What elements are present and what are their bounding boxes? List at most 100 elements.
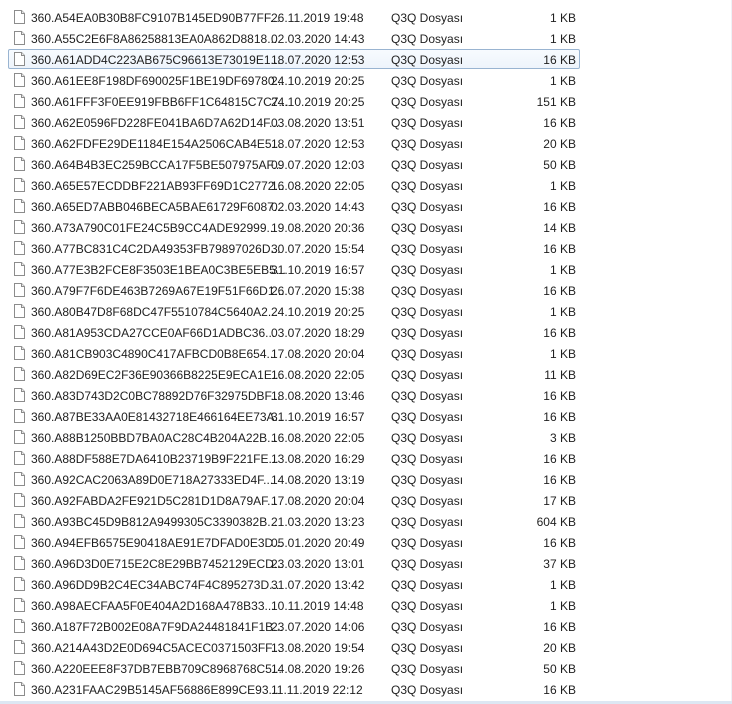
file-row[interactable]: 360.A62FDFE29DE1184E154A2506CAB4E5... 18.… (8, 133, 580, 153)
file-name: 360.A98AECFAA5F0E404A2D168A478B33... (31, 599, 275, 613)
file-icon (14, 514, 25, 528)
file-row[interactable]: 360.A96D3D0E715E2C8E29BB7452129ECD... 23.… (8, 553, 580, 573)
file-row[interactable]: 360.A65E57ECDDBF221AB93FF69D1C2772... 16.… (8, 175, 580, 195)
file-row[interactable]: 360.A94EFB6575E90418AE91E7DFAD0E3D... 05.… (8, 532, 580, 552)
file-size: 3 KB (549, 431, 576, 445)
file-date-modified: 16.08.2020 22:05 (271, 179, 365, 193)
file-size: 16 KB (543, 326, 576, 340)
file-row[interactable]: 360.A64B4B3EC259BCCA17F5BE507975AF... 09.… (8, 154, 580, 174)
file-type: Q3Q Dosyası (391, 32, 464, 46)
file-row[interactable]: 360.A79F7F6DE463B7269A67E19F51F66D1... 26… (8, 280, 580, 300)
file-size: 16 KB (543, 284, 576, 298)
file-name: 360.A79F7F6DE463B7269A67E19F51F66D1... (31, 284, 285, 298)
file-type: Q3Q Dosyası (391, 368, 464, 382)
file-row[interactable]: 360.A187F72B002E08A7F9DA24481841F1B... 23… (8, 616, 580, 636)
file-name: 360.A61ADD4C223AB675C96613E73019E1... (31, 53, 281, 67)
file-type: Q3Q Dosyası (391, 389, 464, 403)
file-icon (14, 283, 25, 297)
file-icon (14, 682, 25, 696)
file-size: 1 KB (549, 578, 576, 592)
file-name: 360.A77BC831C4C2DA49353FB79897026D... (31, 242, 281, 256)
file-icon (14, 136, 25, 150)
file-date-modified: 24.10.2019 20:25 (271, 95, 365, 109)
file-row[interactable]: 360.A88DF588E7DA6410B23719B9F221FE... 13.… (8, 448, 580, 468)
file-type: Q3Q Dosyası (391, 431, 464, 445)
file-type: Q3Q Dosyası (391, 53, 464, 67)
file-row[interactable]: 360.A62E0596FD228FE041BA6D7A62D14F... 03.… (8, 112, 580, 132)
file-icon (14, 598, 25, 612)
file-type: Q3Q Dosyası (391, 200, 464, 214)
file-date-modified: 31.10.2019 16:57 (271, 263, 365, 277)
file-size: 1 KB (549, 32, 576, 46)
file-name: 360.A96DD9B2C4EC34ABC74F4C895273D... (31, 578, 280, 592)
file-row[interactable]: 360.A61FFF3F0EE919FBB6FF1C64815C7C7... 24… (8, 91, 580, 111)
file-size: 20 KB (543, 641, 576, 655)
file-size: 14 KB (543, 221, 576, 235)
file-row[interactable]: 360.A231FAAC29B5145AF56886E899CE93... 11.… (8, 679, 580, 699)
file-date-modified: 16.08.2020 22:05 (271, 431, 365, 445)
file-row[interactable]: 360.A92CAC2063A89D0E718A27333ED4F... 14.0… (8, 469, 580, 489)
file-row[interactable]: 360.A80B47D8F68DC47F5510784C5640A2... 24.… (8, 301, 580, 321)
file-type: Q3Q Dosyası (391, 305, 464, 319)
file-size: 16 KB (543, 473, 576, 487)
file-date-modified: 26.07.2020 15:38 (271, 284, 365, 298)
file-row[interactable]: 360.A81A953CDA27CCE0AF66D1ADBC36... 03.07… (8, 322, 580, 342)
file-row[interactable]: 360.A73A790C01FE24C5B9CC4ADE92999... 19.0… (8, 217, 580, 237)
file-name: 360.A88DF588E7DA6410B23719B9F221FE... (31, 452, 279, 466)
file-icon (14, 493, 25, 507)
file-size: 16 KB (543, 620, 576, 634)
file-icon (14, 346, 25, 360)
file-row[interactable]: 360.A81CB903C4890C417AFBCD0B8E654... 17.0… (8, 343, 580, 363)
file-row[interactable]: 360.A83D743D2C0BC78892D76F32975DBF... 18.… (8, 385, 580, 405)
file-icon (14, 451, 25, 465)
file-name: 360.A82D69EC2F36E90366B8225E9ECA1E... (31, 368, 282, 382)
file-name: 360.A231FAAC29B5145AF56886E899CE93... (31, 683, 279, 697)
file-row[interactable]: 360.A61ADD4C223AB675C96613E73019E1... 18.… (8, 49, 580, 69)
file-row[interactable]: 360.A65ED7ABB046BECA5BAE61729F6087... 02.… (8, 196, 580, 216)
file-row[interactable]: 360.A87BE33AA0E81432718E466164EE73A... 31… (8, 406, 580, 426)
file-type: Q3Q Dosyası (391, 74, 464, 88)
file-type: Q3Q Dosyası (391, 641, 464, 655)
file-type: Q3Q Dosyası (391, 95, 464, 109)
file-name: 360.A93BC45D9B812A9499305C3390382B... (31, 515, 278, 529)
file-row[interactable]: 360.A98AECFAA5F0E404A2D168A478B33... 10.1… (8, 595, 580, 615)
file-row[interactable]: 360.A77BC831C4C2DA49353FB79897026D... 30.… (8, 238, 580, 258)
file-date-modified: 18.07.2020 12:53 (271, 53, 365, 67)
file-size: 20 KB (543, 137, 576, 151)
file-name: 360.A94EFB6575E90418AE91E7DFAD0E3D... (31, 536, 284, 550)
file-row[interactable]: 360.A92FABDA2FE921D5C281D1D8A79AF... 17.0… (8, 490, 580, 510)
file-row[interactable]: 360.A220EEE8F37DB7EBB709C8968768C5... 14.… (8, 658, 580, 678)
file-icon (14, 619, 25, 633)
file-row[interactable]: 360.A61EE8F198DF690025F1BE19DF69780... 24… (8, 70, 580, 90)
file-row[interactable]: 360.A96DD9B2C4EC34ABC74F4C895273D... 31.0… (8, 574, 580, 594)
file-type: Q3Q Dosyası (391, 221, 464, 235)
file-row[interactable]: 360.A214A43D2E0D694C5ACEC0371503FF... 13.… (8, 637, 580, 657)
file-date-modified: 21.03.2020 13:23 (271, 515, 365, 529)
file-name: 360.A81CB903C4890C417AFBCD0B8E654... (31, 347, 277, 361)
file-type: Q3Q Dosyası (391, 683, 464, 697)
file-size: 1 KB (549, 74, 576, 88)
file-name: 360.A55C2E6F8A86258813EA0A862D8818... (31, 32, 278, 46)
file-row[interactable]: 360.A54EA0B30B8FC9107B145ED90B77FF... 26.… (8, 7, 580, 27)
file-row[interactable]: 360.A93BC45D9B812A9499305C3390382B... 21.… (8, 511, 580, 531)
file-date-modified: 02.03.2020 14:43 (271, 32, 365, 46)
file-icon (14, 409, 25, 423)
file-date-modified: 03.08.2020 13:51 (271, 116, 365, 130)
file-icon (14, 220, 25, 234)
file-icon (14, 157, 25, 171)
file-size: 11 KB (544, 368, 576, 382)
file-date-modified: 05.01.2020 20:49 (271, 536, 365, 550)
file-name: 360.A62E0596FD228FE041BA6D7A62D14F... (31, 116, 280, 130)
file-row[interactable]: 360.A77E3B2FCE8F3503E1BEA0C3BE5EB5... 31.… (8, 259, 580, 279)
file-name: 360.A77E3B2FCE8F3503E1BEA0C3BE5EB5... (31, 263, 286, 277)
file-icon (14, 556, 25, 570)
file-size: 16 KB (543, 452, 576, 466)
file-row[interactable]: 360.A55C2E6F8A86258813EA0A862D8818... 02.… (8, 28, 580, 48)
file-date-modified: 03.07.2020 18:29 (271, 326, 365, 340)
file-date-modified: 19.08.2020 20:36 (271, 221, 365, 235)
file-icon (14, 367, 25, 381)
file-icon (14, 325, 25, 339)
file-row[interactable]: 360.A88B1250BBD7BA0AC28C4B204A22B... 16.0… (8, 427, 580, 447)
file-row[interactable]: 360.A82D69EC2F36E90366B8225E9ECA1E... 16.… (8, 364, 580, 384)
file-icon (14, 241, 25, 255)
